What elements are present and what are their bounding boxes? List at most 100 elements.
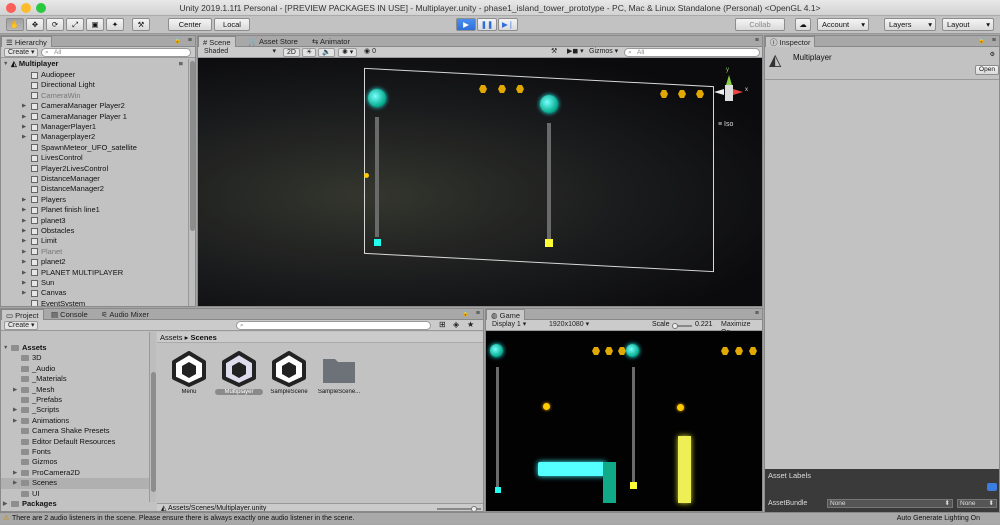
project-create-button[interactable]: Create ▾ xyxy=(4,321,39,330)
tab-audio-mixer[interactable]: ⚟ Audio Mixer xyxy=(97,309,153,320)
mode-2d-toggle[interactable]: 2D xyxy=(283,48,300,57)
project-folder-item[interactable]: UI xyxy=(1,489,149,499)
expand-arrow-icon[interactable]: ▶ xyxy=(22,112,26,122)
play-button[interactable]: ▶ xyxy=(456,18,476,31)
expand-arrow-icon[interactable]: ▼ xyxy=(3,59,8,69)
account-dropdown[interactable]: Account ▾ xyxy=(817,18,869,31)
display-dropdown[interactable]: Display 1 ▾ xyxy=(489,321,541,330)
expand-arrow-icon[interactable]: ▶ xyxy=(22,122,26,132)
custom-tool-button[interactable]: ⚒ xyxy=(132,18,150,31)
expand-arrow-icon[interactable]: ▶ xyxy=(22,247,26,257)
scale-tool-button[interactable]: ⤢ xyxy=(66,18,84,31)
gizmo-cube[interactable] xyxy=(725,85,733,101)
menu-icon[interactable]: ≡ xyxy=(755,309,759,319)
expand-arrow-icon[interactable]: ▼ xyxy=(3,343,8,353)
expand-arrow-icon[interactable]: ▶ xyxy=(22,268,26,278)
pivot-center-button[interactable]: Center xyxy=(168,18,212,31)
expand-arrow-icon[interactable]: ▶ xyxy=(22,288,26,298)
project-folder-item[interactable]: Fonts xyxy=(1,447,149,457)
gizmos-dropdown[interactable]: Gizmos ▾ xyxy=(586,48,621,57)
lock-icon[interactable]: 🔒 xyxy=(462,309,469,319)
tab-console[interactable]: ▤ Console xyxy=(47,309,92,320)
move-tool-button[interactable]: ✥ xyxy=(26,18,44,31)
expand-arrow-icon[interactable]: ▶ xyxy=(13,478,17,488)
breadcrumb-assets[interactable]: Assets xyxy=(160,333,183,342)
project-folder-item[interactable]: ▼ Assets xyxy=(1,343,149,353)
hierarchy-item[interactable]: Audiopeer xyxy=(1,70,187,80)
slider-thumb[interactable] xyxy=(672,323,678,329)
hierarchy-item[interactable]: CameraWin xyxy=(1,91,187,101)
hierarchy-item[interactable]: ▶ Managerplayer2 xyxy=(1,132,187,142)
status-message[interactable]: There are 2 audio listeners in the scene… xyxy=(12,513,354,525)
scrollbar-thumb[interactable] xyxy=(151,372,156,492)
expand-arrow-icon[interactable]: ▶ xyxy=(13,405,17,415)
menu-icon[interactable]: ≡ xyxy=(992,36,996,46)
scene-menu-icon[interactable]: ≡ xyxy=(179,59,183,69)
expand-arrow-icon[interactable]: ▶ xyxy=(22,226,26,236)
project-folder-item[interactable]: ▶ _Mesh xyxy=(1,385,149,395)
hierarchy-item[interactable]: ▶ Sun xyxy=(1,278,187,288)
project-folder-item[interactable]: Gizmos xyxy=(1,457,149,467)
breadcrumb-scenes[interactable]: Scenes xyxy=(190,333,216,342)
maximize-on-play-toggle[interactable]: Maximize On xyxy=(718,321,762,336)
tab-animator[interactable]: ⇆ Animator xyxy=(308,36,354,47)
step-button[interactable]: ▶❘ xyxy=(498,18,518,31)
label-tag-icon[interactable] xyxy=(987,483,997,491)
menu-icon[interactable]: ≡ xyxy=(476,309,480,319)
project-folder-item[interactable]: ▶ Animations xyxy=(1,416,149,426)
close-window-icon[interactable] xyxy=(6,3,16,13)
hierarchy-item[interactable]: DistanceManager2 xyxy=(1,184,187,194)
neg-x-axis-cone[interactable] xyxy=(714,89,724,95)
camera-dropdown[interactable]: ▶◼ ▾ xyxy=(564,48,587,57)
expand-arrow-icon[interactable]: ▶ xyxy=(13,416,17,426)
hierarchy-item[interactable]: DistanceManager xyxy=(1,174,187,184)
lock-icon[interactable]: 🔒 xyxy=(174,36,181,46)
tree-scrollbar[interactable] xyxy=(149,332,156,502)
expand-arrow-icon[interactable]: ▶ xyxy=(22,278,26,288)
expand-arrow-icon[interactable]: ▶ xyxy=(22,101,26,111)
orientation-gizmo[interactable]: y x xyxy=(714,67,760,117)
pivot-local-button[interactable]: Local xyxy=(214,18,250,31)
asset-variant-dropdown[interactable]: None ⬍ xyxy=(957,499,997,508)
filter-type-icon[interactable]: ⊞ xyxy=(439,320,446,330)
game-canvas[interactable] xyxy=(486,332,762,511)
tab-game[interactable]: ◍ Game xyxy=(486,309,526,320)
scrollbar-thumb[interactable] xyxy=(190,61,195,231)
asset-tile[interactable]: Multiplayer xyxy=(215,351,263,409)
transform-tool-button[interactable]: ✦ xyxy=(106,18,124,31)
expand-arrow-icon[interactable]: ▶ xyxy=(22,195,26,205)
hierarchy-item[interactable]: ▶ CameraManager Player 1 xyxy=(1,112,187,122)
scene-search-input[interactable]: ⌕ All xyxy=(624,48,760,57)
project-folder-item[interactable]: 3D xyxy=(1,353,149,363)
project-folder-item[interactable]: ▶ Scenes xyxy=(1,478,149,489)
expand-arrow-icon[interactable]: ▶ xyxy=(3,499,7,509)
rect-tool-button[interactable]: ▣ xyxy=(86,18,104,31)
hidden-objects-toggle[interactable]: ◉ 0 xyxy=(361,48,379,57)
tab-scene[interactable]: # Scene xyxy=(198,36,236,47)
icon-size-slider[interactable] xyxy=(437,506,481,511)
project-folder-item[interactable]: ▶ Packages xyxy=(1,499,149,509)
minimize-window-icon[interactable] xyxy=(21,3,31,13)
x-axis-cone[interactable] xyxy=(733,89,743,95)
hierarchy-item[interactable]: LivesControl xyxy=(1,153,187,163)
project-folder-item[interactable]: _Audio xyxy=(1,364,149,374)
layout-dropdown[interactable]: Layout ▾ xyxy=(942,18,994,31)
project-folder-item[interactable]: ▶ _Scripts xyxy=(1,405,149,415)
rotate-tool-button[interactable]: ⟳ xyxy=(46,18,64,31)
layers-dropdown[interactable]: Layers ▾ xyxy=(884,18,936,31)
expand-arrow-icon[interactable]: ▶ xyxy=(22,205,26,215)
hierarchy-item[interactable]: ▶ Players xyxy=(1,195,187,205)
hierarchy-item[interactable]: ▶ ManagerPlayer1 xyxy=(1,122,187,132)
hierarchy-item[interactable]: ▶ CameraManager Player2 xyxy=(1,101,187,111)
scene-tools-button[interactable]: ⚒ xyxy=(548,48,560,57)
project-folder-item[interactable]: Camera Shake Presets xyxy=(1,426,149,436)
collab-button[interactable]: Collab xyxy=(735,18,785,31)
audio-toggle[interactable]: 🔈 xyxy=(318,48,335,57)
tab-asset-store[interactable]: 🛒 Asset Store xyxy=(244,36,302,47)
resolution-dropdown[interactable]: 1920x1080 ▾ xyxy=(546,321,626,330)
hierarchy-item[interactable]: EventSystem xyxy=(1,299,187,306)
lock-icon[interactable]: 🔒 xyxy=(978,36,985,46)
hand-tool-button[interactable]: ✋ xyxy=(6,18,24,31)
hierarchy-item[interactable]: ▶ Planet xyxy=(1,247,187,257)
asset-tile[interactable]: SampleScene... xyxy=(315,351,363,409)
